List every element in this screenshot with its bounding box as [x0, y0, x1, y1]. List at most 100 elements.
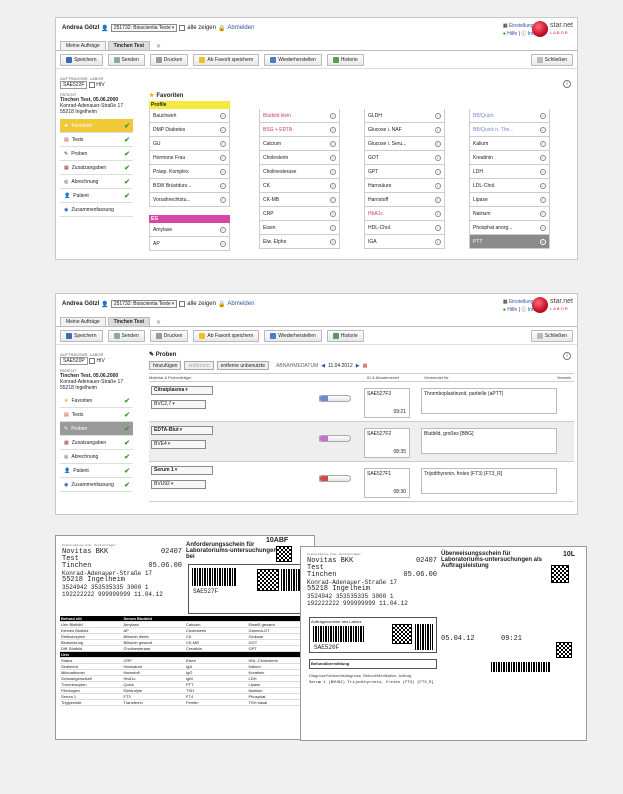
- info-icon[interactable]: i: [540, 238, 546, 245]
- nav-summary[interactable]: ◉ Zusammenfassung: [60, 203, 133, 217]
- favorite-item[interactable]: Amylase i: [149, 223, 230, 237]
- info-icon[interactable]: i: [220, 154, 226, 161]
- close-button[interactable]: Schließen: [530, 53, 573, 66]
- info-icon[interactable]: i: [435, 154, 441, 161]
- info-icon[interactable]: i: [330, 196, 336, 203]
- info-icon[interactable]: i: [540, 182, 546, 189]
- favorite-item[interactable]: Bauchweh i: [149, 109, 230, 123]
- favorite-item[interactable]: BB/Quick n. The... i: [469, 123, 550, 137]
- info-icon[interactable]: i: [330, 224, 336, 231]
- info-icon[interactable]: i: [220, 182, 226, 189]
- favorite-item[interactable]: Harnsäure i: [364, 179, 445, 193]
- table-row[interactable]: Citratplasma BVC2,7 SAE527F3 09:21 Thrombo…: [149, 382, 574, 422]
- hiv-checkbox[interactable]: [88, 81, 95, 88]
- favorite-item[interactable]: BB/Quick i: [469, 109, 550, 123]
- material-select[interactable]: Serum 1: [151, 466, 213, 475]
- favorite-item[interactable]: Glucose i. NAF i: [364, 123, 445, 137]
- nav-additional[interactable]: ▦ Zusatzangaben ✔: [60, 436, 133, 450]
- tab-patient[interactable]: Tinchen Test: [107, 41, 151, 50]
- favorite-item[interactable]: Kalium i: [469, 137, 550, 151]
- sample-time[interactable]: 09:21: [393, 409, 406, 415]
- favorite-item[interactable]: BSW Brüstdurs... i: [149, 179, 230, 193]
- favorite-item[interactable]: IGA i: [364, 235, 445, 249]
- info-icon[interactable]: i: [435, 224, 441, 231]
- carrier-select[interactable]: BVC2,7: [151, 400, 206, 409]
- logout-link[interactable]: Abmelden: [227, 25, 254, 31]
- favorite-item[interactable]: PTT i: [469, 235, 550, 249]
- info-icon[interactable]: i: [435, 182, 441, 189]
- info-icon[interactable]: i: [435, 112, 441, 119]
- favorite-item[interactable]: Cholesterin i: [259, 151, 340, 165]
- favorite-item[interactable]: Elw. Elpho i: [259, 235, 340, 249]
- info-icon[interactable]: i: [330, 140, 336, 147]
- info-icon[interactable]: i: [330, 210, 336, 217]
- nav-patient[interactable]: 👤 Patient ✔: [60, 189, 133, 203]
- order-input[interactable]: SAE522F: [60, 81, 88, 89]
- nav-favorites[interactable]: ★ Favoriten ✔: [60, 119, 133, 133]
- favorite-item[interactable]: Eisen i: [259, 221, 340, 235]
- tab-patient[interactable]: Tinchen Test: [107, 317, 151, 326]
- tab-my-orders[interactable]: Meine Aufträge: [60, 317, 106, 326]
- info-icon[interactable]: i: [435, 210, 441, 217]
- remove-unused-button[interactable]: entferne unbenutzte: [216, 361, 270, 370]
- info-icon[interactable]: i: [220, 168, 226, 175]
- restore-button[interactable]: Wiederherstellen: [264, 329, 322, 342]
- save-favorite-button[interactable]: Ab Favorit speichern: [193, 53, 260, 66]
- sample-time[interactable]: 08:30: [393, 489, 406, 495]
- favorite-item[interactable]: Phosphat anorg... i: [469, 221, 550, 235]
- favorite-item[interactable]: LDL-Chol. i: [469, 179, 550, 193]
- table-row[interactable]: Serum 1 BVU92 SAE527F1 08:30 Trijodthyroni…: [149, 462, 574, 502]
- info-icon[interactable]: i: [563, 80, 571, 88]
- nav-additional[interactable]: ▦ Zusatzangaben ✔: [60, 161, 133, 175]
- save-button[interactable]: Speichern: [60, 329, 103, 342]
- info-icon[interactable]: i: [220, 112, 226, 119]
- info-icon[interactable]: i: [220, 196, 226, 203]
- favorite-item[interactable]: Lipase i: [469, 193, 550, 207]
- favorite-item[interactable]: Cholinesterase i: [259, 165, 340, 179]
- date-value[interactable]: 11.04.2012: [328, 363, 353, 369]
- info-icon[interactable]: i: [330, 168, 336, 175]
- favorite-item[interactable]: GU i: [149, 137, 230, 151]
- info-icon[interactable]: i: [540, 224, 546, 231]
- favorite-item[interactable]: Kreatinin i: [469, 151, 550, 165]
- info-icon[interactable]: i: [540, 140, 546, 147]
- favorite-item[interactable]: CRP i: [259, 207, 340, 221]
- close-button[interactable]: Schließen: [530, 329, 573, 342]
- material-select[interactable]: EDTA-Blut: [151, 426, 213, 435]
- favorite-item[interactable]: LDH i: [469, 165, 550, 179]
- nav-billing[interactable]: ◎ Abrechnung ✔: [60, 450, 133, 464]
- client-select[interactable]: 251732: Bioscientia Teste: [110, 300, 178, 308]
- nav-favorites[interactable]: ★ Favoriten ✔: [60, 394, 133, 408]
- history-button[interactable]: Historie: [326, 53, 364, 66]
- print-button[interactable]: Drucken: [149, 329, 189, 342]
- help-link[interactable]: Hilfe: [507, 31, 517, 37]
- info-icon[interactable]: i: [220, 240, 226, 247]
- info-icon[interactable]: i: [435, 168, 441, 175]
- info-icon[interactable]: i: [540, 154, 546, 161]
- nav-patient[interactable]: 👤 Patient ✔: [60, 464, 133, 478]
- favorite-item[interactable]: Calcium i: [259, 137, 340, 151]
- favorite-item[interactable]: GOT i: [364, 151, 445, 165]
- favorite-item[interactable]: HDL-Chol. i: [364, 221, 445, 235]
- material-select[interactable]: Citratplasma: [151, 386, 213, 395]
- sample-time[interactable]: 08:35: [393, 449, 406, 455]
- calendar-icon[interactable]: ▦: [363, 363, 368, 369]
- info-icon[interactable]: i: [435, 196, 441, 203]
- favorite-item[interactable]: Präop. Komplex i: [149, 165, 230, 179]
- date-next-icon[interactable]: ▶: [356, 363, 360, 369]
- favorite-item[interactable]: AP i: [149, 237, 230, 251]
- favorite-item[interactable]: Blutbild klein i: [259, 109, 340, 123]
- nav-samples[interactable]: ✎ Proben ✔: [60, 147, 133, 161]
- send-button[interactable]: Senden: [107, 329, 145, 342]
- favorite-item[interactable]: CK-MB i: [259, 193, 340, 207]
- history-button[interactable]: Historie: [326, 329, 364, 342]
- info-icon[interactable]: i: [330, 126, 336, 133]
- info-icon[interactable]: i: [220, 126, 226, 133]
- favorite-item[interactable]: BSG + EDTA i: [259, 123, 340, 137]
- nav-billing[interactable]: ◎ Abrechnung ✔: [60, 175, 133, 189]
- info-icon[interactable]: i: [540, 196, 546, 203]
- carrier-select[interactable]: BVU92: [151, 480, 206, 489]
- hiv-checkbox[interactable]: [89, 357, 96, 364]
- order-input[interactable]: SAE520P: [60, 357, 88, 365]
- logout-link[interactable]: Abmelden: [227, 301, 254, 307]
